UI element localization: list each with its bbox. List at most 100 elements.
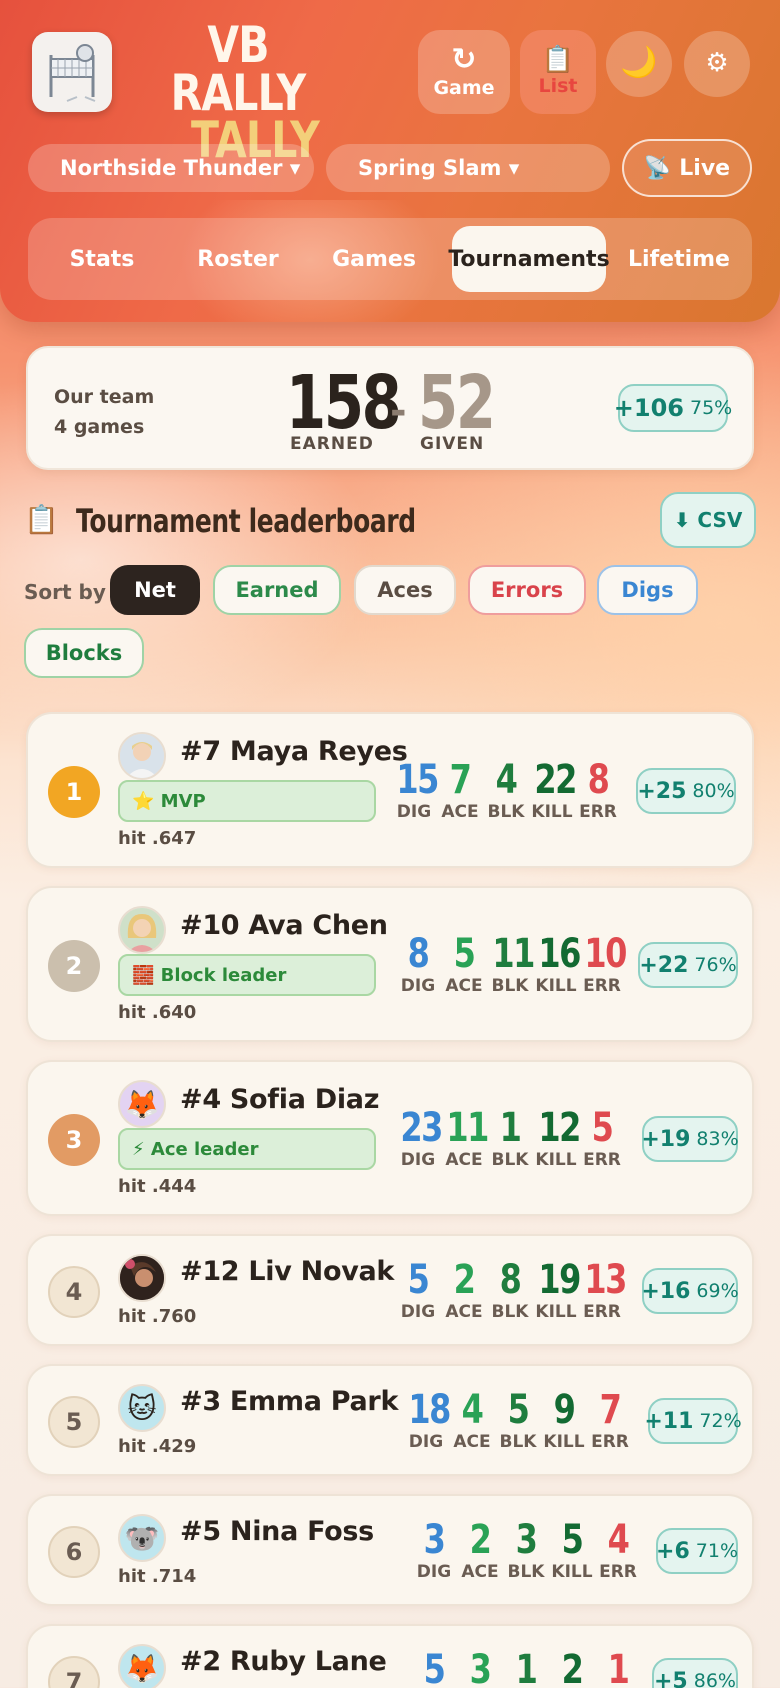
- stat-err: 8 ERR: [576, 760, 620, 822]
- stat-value: 13: [584, 1257, 627, 1303]
- stat-ace: 3ACE: [458, 1650, 502, 1688]
- rank-badge: 6: [48, 1526, 100, 1578]
- stat-value: 19: [538, 1257, 581, 1303]
- stat-value: 4: [461, 1387, 484, 1433]
- leaderboard-row[interactable]: 2 #10 Ava Chen 🧱 Block leader hit .640 8…: [26, 886, 754, 1042]
- stat-blk: 5 BLK: [496, 1390, 540, 1452]
- stat-key: ERR: [591, 1432, 629, 1452]
- tab-stats[interactable]: Stats: [40, 226, 164, 292]
- stat-value: 3: [423, 1517, 446, 1563]
- sort-blocks-chip[interactable]: Blocks: [24, 628, 144, 678]
- sort-net-chip[interactable]: Net: [110, 565, 200, 615]
- stat-key: KILL: [535, 1150, 577, 1170]
- stat-kill: 22 KILL: [530, 760, 577, 822]
- tab-label: Stats: [69, 246, 135, 272]
- stat-value: 1: [607, 1647, 630, 1688]
- stat-key: ACE: [441, 802, 479, 822]
- app-screen: VB RALLY TALLY ↻ Game 📋 List 🌙 ⚙ Northsi…: [0, 0, 780, 1688]
- stat-err: 4 ERR: [596, 1520, 640, 1582]
- stat-kill: 19 KILL: [534, 1257, 581, 1322]
- tournament-selector[interactable]: Spring Slam ▾: [326, 144, 610, 192]
- sort-label: Sort by: [24, 580, 106, 604]
- stat-ace: 5 ACE: [442, 934, 486, 996]
- stat-value: 3: [469, 1647, 492, 1688]
- stat-key: KILL: [535, 1302, 577, 1322]
- player-net-badge: +6 71%: [656, 1528, 738, 1574]
- stat-kill: 5 KILL: [550, 1520, 594, 1582]
- clipboard-icon: 📋: [24, 503, 59, 536]
- game-button[interactable]: ↻ Game: [418, 30, 510, 114]
- live-button[interactable]: 📡 Live: [622, 139, 752, 197]
- award-badge: ⭐ MVP: [118, 780, 376, 822]
- stat-key: ACE: [461, 1562, 499, 1582]
- stat-value: 5: [561, 1517, 584, 1563]
- sort-digs-chip[interactable]: Digs: [597, 565, 698, 615]
- sort-errors-chip[interactable]: Errors: [468, 565, 586, 615]
- stat-value: 5: [407, 1257, 430, 1303]
- stat-value: 16: [538, 931, 581, 977]
- player-net: +22: [639, 952, 689, 978]
- dark-mode-button[interactable]: 🌙: [606, 31, 672, 97]
- leaderboard-row[interactable]: 7 🦊 #2 Ruby Lane 5DIG 3ACE 1BLK 2KILL 1E…: [26, 1624, 754, 1688]
- player-avatar: [118, 732, 166, 780]
- stat-dig: 3 DIG: [412, 1520, 456, 1582]
- satellite-icon: 📡: [643, 155, 672, 181]
- earned-label: EARNED: [290, 434, 374, 454]
- tab-games[interactable]: Games: [312, 226, 436, 292]
- stat-value: 8: [499, 1257, 522, 1303]
- stat-key: BLK: [487, 802, 525, 822]
- player-pct: 69%: [696, 1280, 739, 1302]
- team-summary-text: Our team 4 games: [54, 382, 154, 442]
- stat-value: 10: [584, 931, 627, 977]
- leaderboard-row[interactable]: 5 🐱 #3 Emma Park hit .429 18 DIG 4 ACE 5 BL…: [26, 1364, 754, 1476]
- leaderboard-title: Tournament leaderboard: [76, 502, 416, 540]
- csv-export-button[interactable]: ⬇ CSV: [660, 492, 756, 548]
- leaderboard-row[interactable]: 4 #12 Liv Novak hit .760 5 DIG 2 ACE 8 BLK …: [26, 1234, 754, 1346]
- stat-dig: 23 DIG: [396, 1108, 443, 1170]
- stat-err: 5 ERR: [580, 1108, 624, 1170]
- tab-roster[interactable]: Roster: [176, 226, 300, 292]
- sort-aces-chip[interactable]: Aces: [354, 565, 456, 615]
- volleyball-net-icon: [49, 44, 96, 102]
- app-title-line1: VB RALLY: [170, 16, 307, 122]
- stat-key: DIG: [400, 1302, 436, 1322]
- stat-key: KILL: [531, 802, 573, 822]
- tab-lifetime[interactable]: Lifetime: [616, 226, 742, 292]
- tournament-selector-label: Spring Slam ▾: [358, 156, 520, 180]
- stat-key: ERR: [583, 976, 621, 996]
- list-button[interactable]: 📋 List: [520, 30, 596, 114]
- player-net-badge: +22 76%: [638, 942, 738, 988]
- team-selector[interactable]: Northside Thunder ▾: [28, 144, 314, 192]
- stat-err: 1ERR: [596, 1650, 640, 1688]
- stat-key: BLK: [491, 1150, 529, 1170]
- stat-key: KILL: [551, 1562, 593, 1582]
- player-avatar: [118, 1254, 166, 1302]
- tab-tournaments[interactable]: Tournaments: [448, 226, 610, 292]
- stat-value: 9: [553, 1387, 576, 1433]
- stat-ace: 4 ACE: [450, 1390, 494, 1452]
- leaderboard-row[interactable]: 3 🦊 #4 Sofia Diaz ⚡ Ace leader hit .444 …: [26, 1060, 754, 1216]
- stat-blk: 3 BLK: [504, 1520, 548, 1582]
- sort-earned-chip[interactable]: Earned: [213, 565, 341, 615]
- given-label: GIVEN: [420, 434, 485, 454]
- stat-key: DIG: [408, 1432, 444, 1452]
- stat-dig: 18 DIG: [404, 1390, 451, 1452]
- settings-button[interactable]: ⚙: [684, 31, 750, 97]
- stat-key: ACE: [445, 976, 483, 996]
- player-net-badge: +5 86%: [652, 1658, 738, 1688]
- stat-dig: 5DIG: [396, 1260, 440, 1322]
- stat-value: 4: [607, 1517, 630, 1563]
- stat-blk: 1BLK: [504, 1650, 548, 1688]
- stat-key: BLK: [491, 976, 529, 996]
- player-name: #7 Maya Reyes: [180, 736, 408, 767]
- player-avatar: 🦊: [118, 1080, 166, 1128]
- stat-value: 12: [538, 1105, 581, 1151]
- leaderboard-row[interactable]: 6 🐨 #5 Nina Foss hit .714 3 DIG 2 ACE 3 BLK…: [26, 1494, 754, 1606]
- player-net-badge: +25 80%: [636, 768, 736, 814]
- player-name: #4 Sofia Diaz: [180, 1084, 380, 1115]
- player-avatar: 🦊: [118, 1644, 166, 1688]
- team-pct: 75%: [690, 397, 733, 419]
- leaderboard-row[interactable]: 1 #7 Maya Reyes ⭐ MVP hit .647 15 DIG 7 AC…: [26, 712, 754, 868]
- stat-ace: 7 ACE: [438, 760, 482, 822]
- team-selector-label: Northside Thunder ▾: [60, 156, 301, 180]
